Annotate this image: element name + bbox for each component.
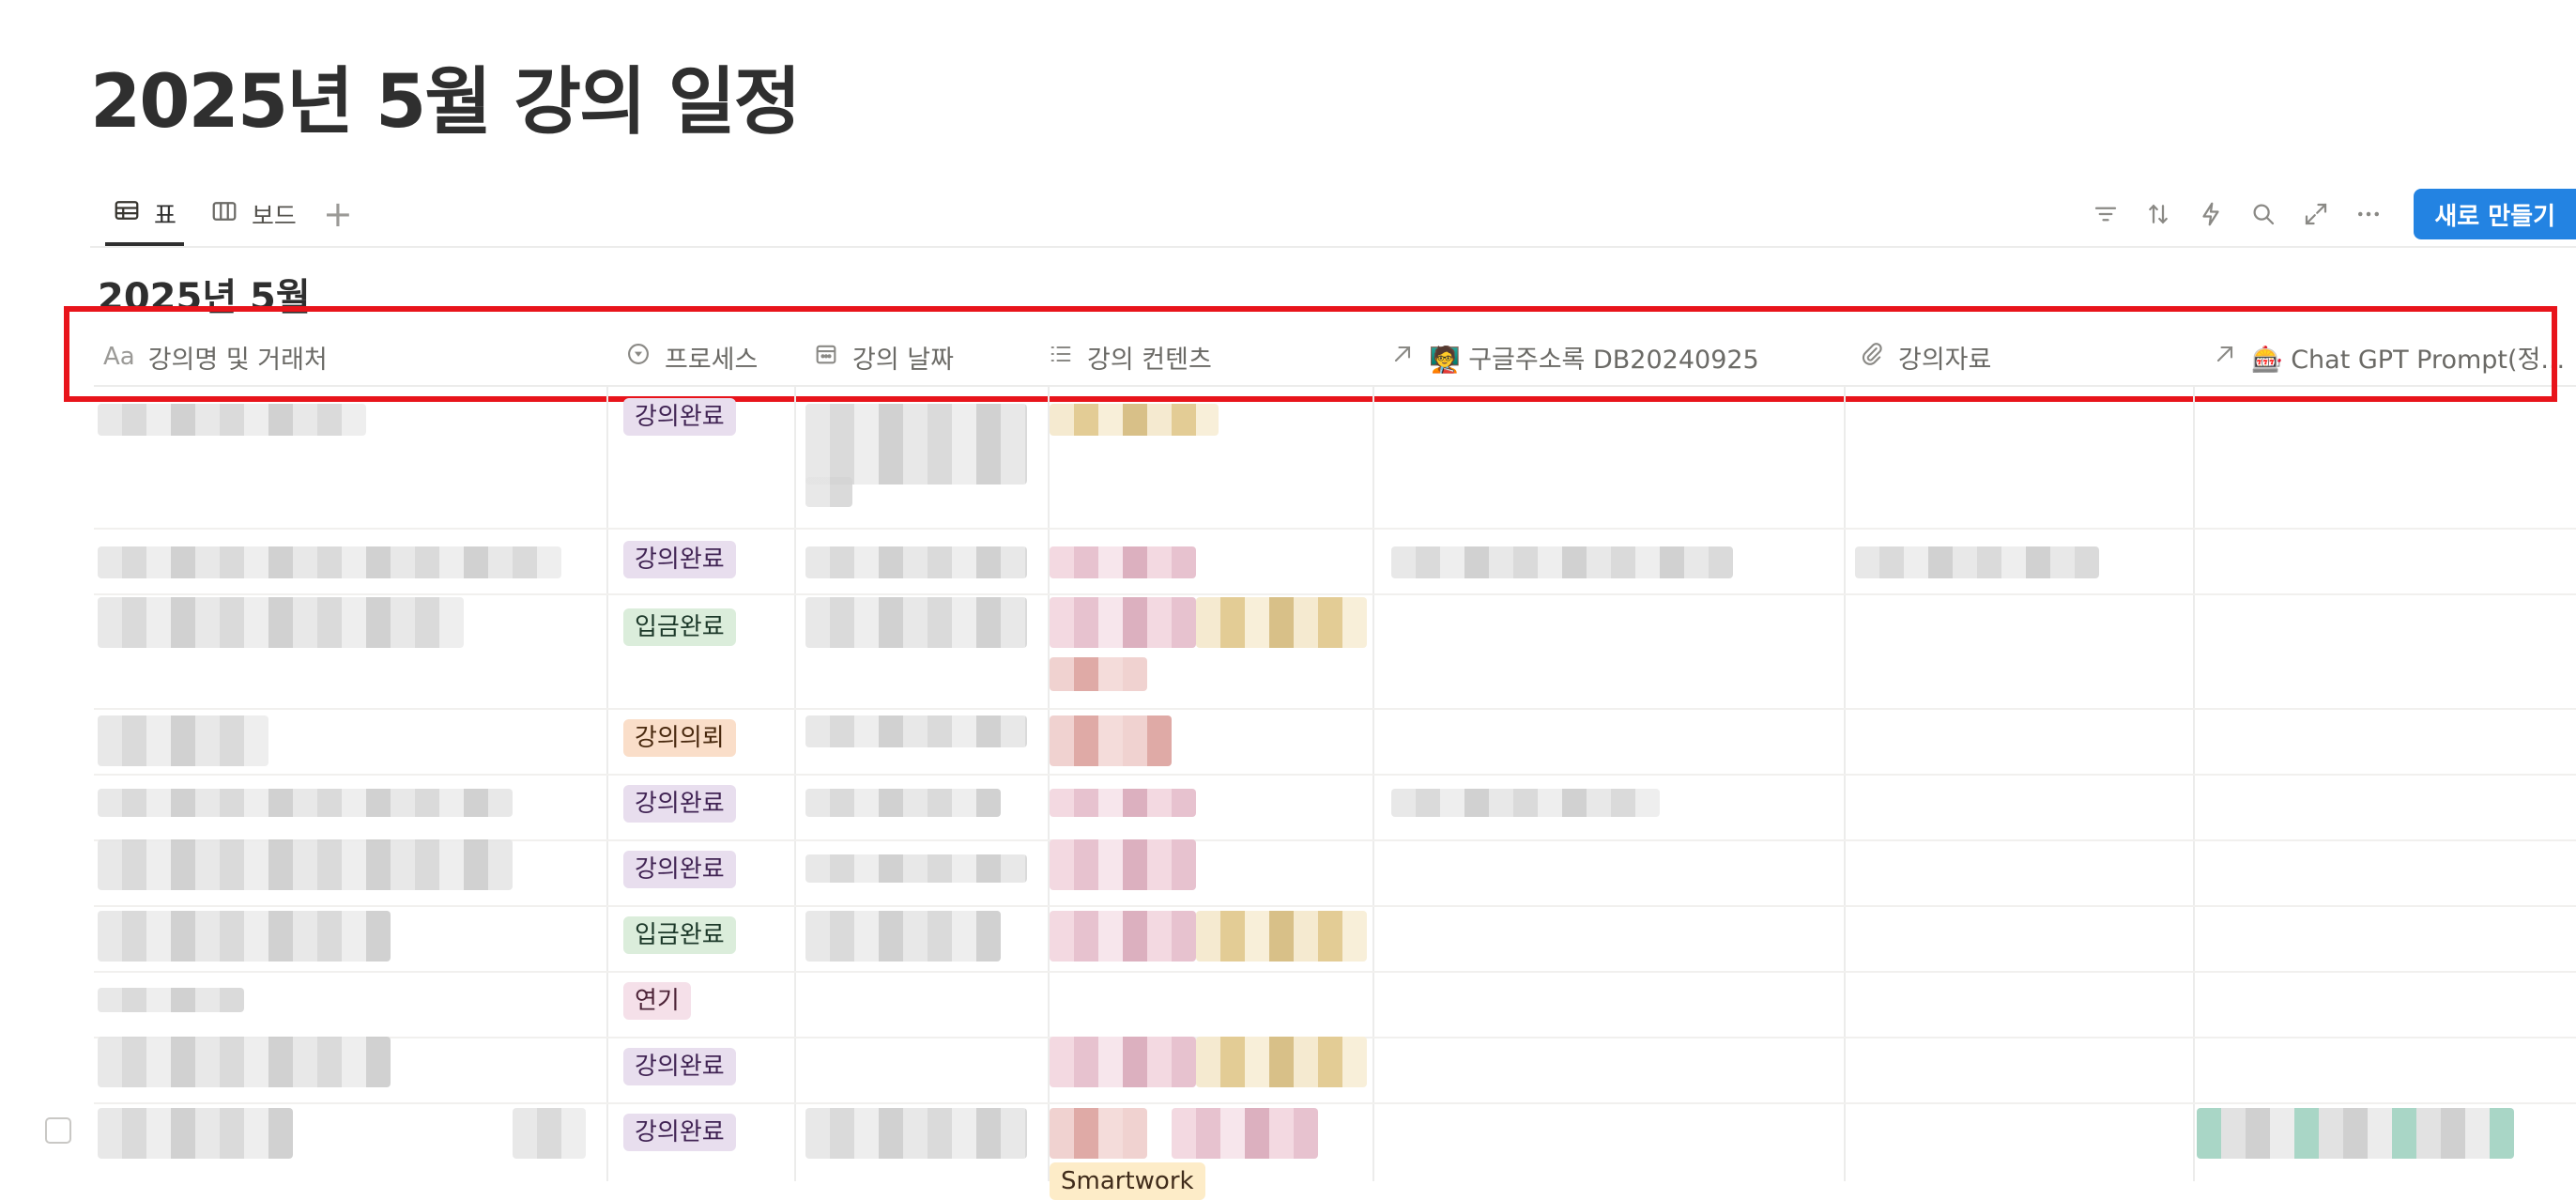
page-title: 2025년 5월 강의 일정 [90, 60, 801, 145]
redacted-title [98, 988, 244, 1012]
column-header-label: 강의 날짜 [852, 345, 954, 375]
column-header-label: 강의 컨텐츠 [1087, 345, 1212, 375]
relation-arrow-icon [1389, 341, 1416, 374]
redacted-content [1050, 1037, 1196, 1087]
table-row[interactable] [94, 708, 2576, 776]
column-header-label: 🧑‍🏫 구글주소록 DB20240925 [1429, 345, 1759, 375]
redacted-title [98, 1037, 391, 1087]
automation-lightning-icon[interactable] [2185, 188, 2237, 240]
column-header-title[interactable]: Aa 강의명 및 거래처 [103, 329, 629, 385]
redacted-title [98, 1108, 293, 1159]
redacted-content [1196, 597, 1367, 648]
column-header-lecture-materials[interactable]: 강의자료 [1859, 329, 2159, 385]
redacted-content [1050, 715, 1172, 766]
tab-label: 표 [154, 201, 176, 230]
redacted-date [805, 597, 1027, 648]
redacted-date [805, 477, 852, 507]
column-header-label: 강의명 및 거래처 [147, 345, 328, 375]
paperclip-icon [1859, 341, 1885, 374]
redacted-content [1050, 657, 1147, 691]
more-icon[interactable] [2342, 188, 2395, 240]
status-tag[interactable]: 강의완료 [623, 541, 736, 578]
redacted-content [1050, 789, 1196, 817]
new-button[interactable]: 새로 만들기 [2414, 189, 2576, 239]
redacted-content [1050, 911, 1196, 962]
status-tag[interactable]: 강의완료 [623, 398, 736, 436]
redacted-content [1050, 839, 1196, 890]
group-title: 2025년 5월 [98, 276, 311, 319]
column-header-label: 프로세스 [665, 345, 759, 375]
redacted-title [98, 404, 366, 436]
view-tabs-bar: 표 보드 + 새로 만들기 [90, 184, 2576, 248]
column-header-google-contacts[interactable]: 🧑‍🏫 구글주소록 DB20240925 [1389, 329, 1859, 385]
status-tag[interactable]: 입금완료 [623, 608, 736, 646]
redacted-title [98, 789, 513, 817]
redacted-date [805, 1108, 1027, 1159]
redacted-date [805, 911, 1001, 962]
redacted-content [1172, 1108, 1318, 1159]
redacted-prompt [2197, 1108, 2514, 1159]
redacted-title [98, 911, 391, 962]
search-icon[interactable] [2237, 188, 2290, 240]
redacted-date [805, 854, 1027, 883]
redacted-content [1050, 546, 1196, 578]
redacted-contact [1391, 546, 1733, 578]
tab-label: 보드 [252, 202, 297, 231]
content-tag[interactable]: Smartwork [1050, 1162, 1205, 1200]
redacted-title [98, 839, 513, 890]
database-toolbar: 새로 만들기 [2079, 184, 2576, 244]
title-property-icon: Aa [103, 343, 135, 371]
redacted-contact [1391, 789, 1660, 817]
redacted-title [513, 1108, 586, 1159]
redacted-date [805, 789, 1001, 817]
add-view-button[interactable]: + [323, 193, 353, 235]
status-tag[interactable]: 강의완료 [623, 1048, 736, 1085]
redacted-title [98, 546, 561, 578]
status-tag[interactable]: 강의완료 [623, 851, 736, 888]
status-tag[interactable]: 강의완료 [623, 785, 736, 823]
redacted-content [1196, 911, 1367, 962]
redacted-title [98, 715, 268, 766]
relation-arrow-icon [2212, 341, 2238, 374]
redacted-material [1855, 546, 2099, 578]
filter-icon[interactable] [2079, 188, 2132, 240]
table-icon [113, 196, 141, 231]
tab-board-view[interactable]: 보드 [210, 184, 297, 244]
redacted-content [1050, 597, 1196, 648]
table-row[interactable] [94, 971, 2576, 1038]
plus-icon: + [323, 193, 353, 235]
status-tag[interactable]: 강의의뢰 [623, 719, 736, 757]
row-checkbox[interactable] [45, 1117, 71, 1144]
list-icon [1048, 341, 1074, 374]
table-body: 강의완료 강의완료 입금완료 강의의뢰 강의완료 강의완료 입금완료 연기 강의… [0, 385, 2576, 1200]
redacted-content [1050, 1108, 1147, 1159]
status-tag[interactable]: 입금완료 [623, 916, 736, 954]
expand-icon[interactable] [2290, 188, 2342, 240]
status-tag[interactable]: 연기 [623, 982, 691, 1020]
column-header-label: 🎰 Chat GPT Prompt(정... [2251, 345, 2566, 375]
sort-icon[interactable] [2132, 188, 2185, 240]
column-header-lecture-date[interactable]: 강의 날짜 [813, 329, 1038, 385]
redacted-date [805, 404, 1027, 485]
calendar-icon [813, 341, 839, 374]
tab-table-view[interactable]: 표 [105, 184, 184, 246]
status-icon [625, 341, 652, 374]
column-header-label: 강의자료 [1898, 345, 1992, 375]
status-tag[interactable]: 강의완료 [623, 1114, 736, 1151]
redacted-date [805, 715, 1027, 747]
redacted-content [1196, 1037, 1367, 1087]
redacted-title [98, 597, 464, 648]
table-row[interactable] [94, 385, 2576, 530]
board-icon [210, 197, 238, 232]
column-header-lecture-content[interactable]: 강의 컨텐츠 [1048, 329, 1367, 385]
table-header-row: Aa 강의명 및 거래처 프로세스 강의 날짜 강의 컨텐츠 🧑‍🏫 구글주소록… [94, 329, 2576, 387]
column-header-chatgpt-prompt[interactable]: 🎰 Chat GPT Prompt(정... [2212, 329, 2576, 385]
redacted-content [1050, 404, 1219, 436]
redacted-date [805, 546, 1027, 578]
